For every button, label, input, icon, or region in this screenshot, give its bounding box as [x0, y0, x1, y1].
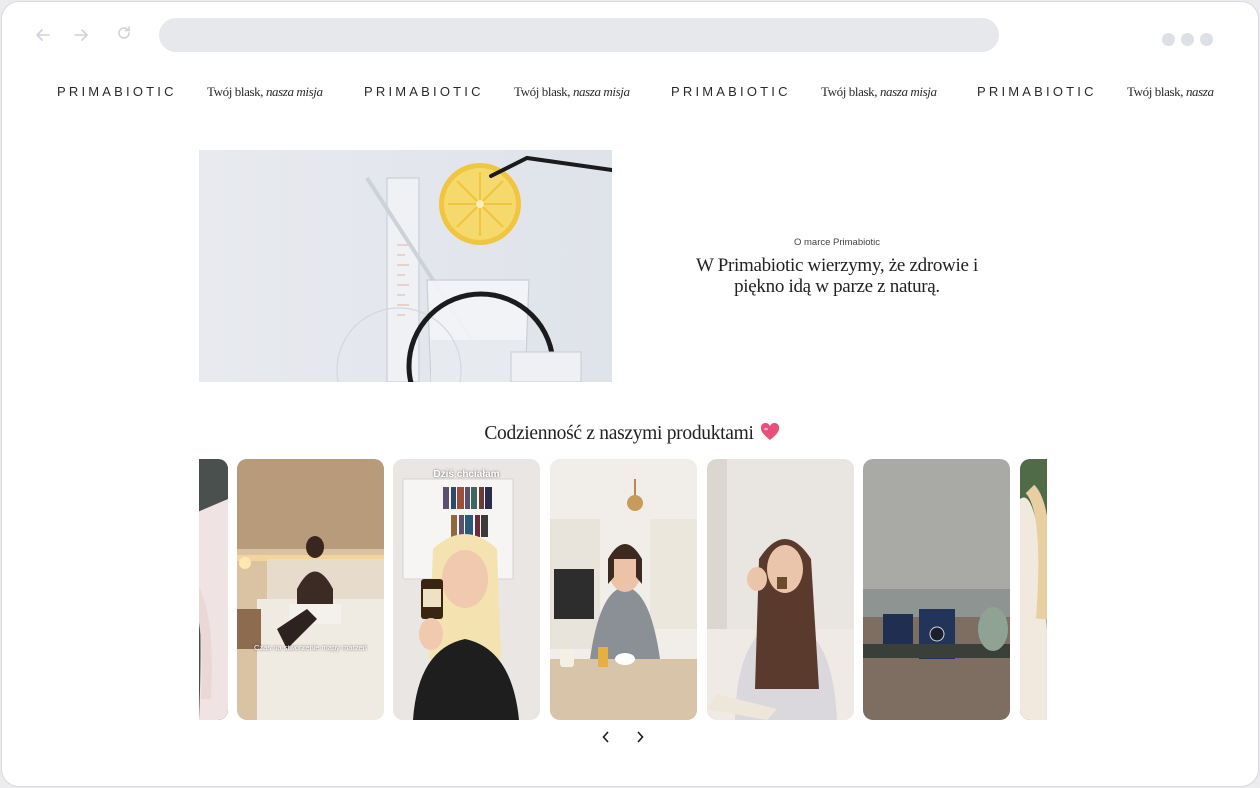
brand-marquee: PRIMABIOTIC Twój blask, nasza misja PRIM…: [2, 80, 1214, 104]
marquee-tagline: Twój blask, nasza misja: [1127, 84, 1214, 99]
chevron-left-icon[interactable]: [599, 729, 613, 745]
pink-heart-icon: [760, 422, 780, 447]
chevron-right-icon[interactable]: [633, 729, 647, 745]
more-dots-icon[interactable]: [1162, 33, 1213, 46]
marquee-tagline: Twój blask, nasza misja: [207, 84, 323, 99]
marquee-brand: PRIMABIOTIC: [671, 84, 791, 99]
reload-icon: [118, 26, 130, 39]
product-carousel[interactable]: Czas na stworzenie mapy marzeń Dziś chci…: [199, 459, 1047, 721]
address-bar[interactable]: [159, 18, 999, 52]
about-kicker: O marce Primabiotic: [793, 237, 881, 248]
carousel-card[interactable]: [863, 459, 1010, 720]
carousel-card[interactable]: Dziś chciałam: [393, 459, 540, 720]
reload-button[interactable]: [113, 22, 135, 44]
marquee-brand: PRIMABIOTIC: [57, 84, 177, 99]
about-headline: W Primabiotic wierzymy, że zdrowie i pię…: [695, 255, 979, 297]
card-caption: Dziś chciałam: [433, 469, 500, 480]
carousel-card[interactable]: [1020, 459, 1047, 720]
carousel-controls: [599, 729, 647, 745]
forward-button[interactable]: [70, 24, 92, 46]
carousel-card[interactable]: Czas na stworzenie mapy marzeń: [237, 459, 384, 720]
marquee-tagline: Twój blask, nasza misja: [821, 84, 937, 99]
hero-image: [199, 150, 612, 382]
carousel-card[interactable]: [199, 459, 228, 720]
back-button[interactable]: [32, 24, 54, 46]
card-caption: Czas na stworzenie mapy marzeń: [254, 643, 367, 652]
carousel-card[interactable]: [707, 459, 854, 720]
marquee-brand: PRIMABIOTIC: [364, 84, 484, 99]
carousel-card[interactable]: [550, 459, 697, 720]
browser-window: PRIMABIOTIC Twój blask, nasza misja PRIM…: [1, 1, 1259, 787]
arrow-left-icon: [36, 29, 50, 41]
products-section-title: Codzienność z naszymi produktami: [422, 422, 842, 447]
arrow-right-icon: [74, 29, 88, 41]
marquee-tagline: Twój blask, nasza misja: [514, 84, 630, 99]
marquee-brand: PRIMABIOTIC: [977, 84, 1097, 99]
